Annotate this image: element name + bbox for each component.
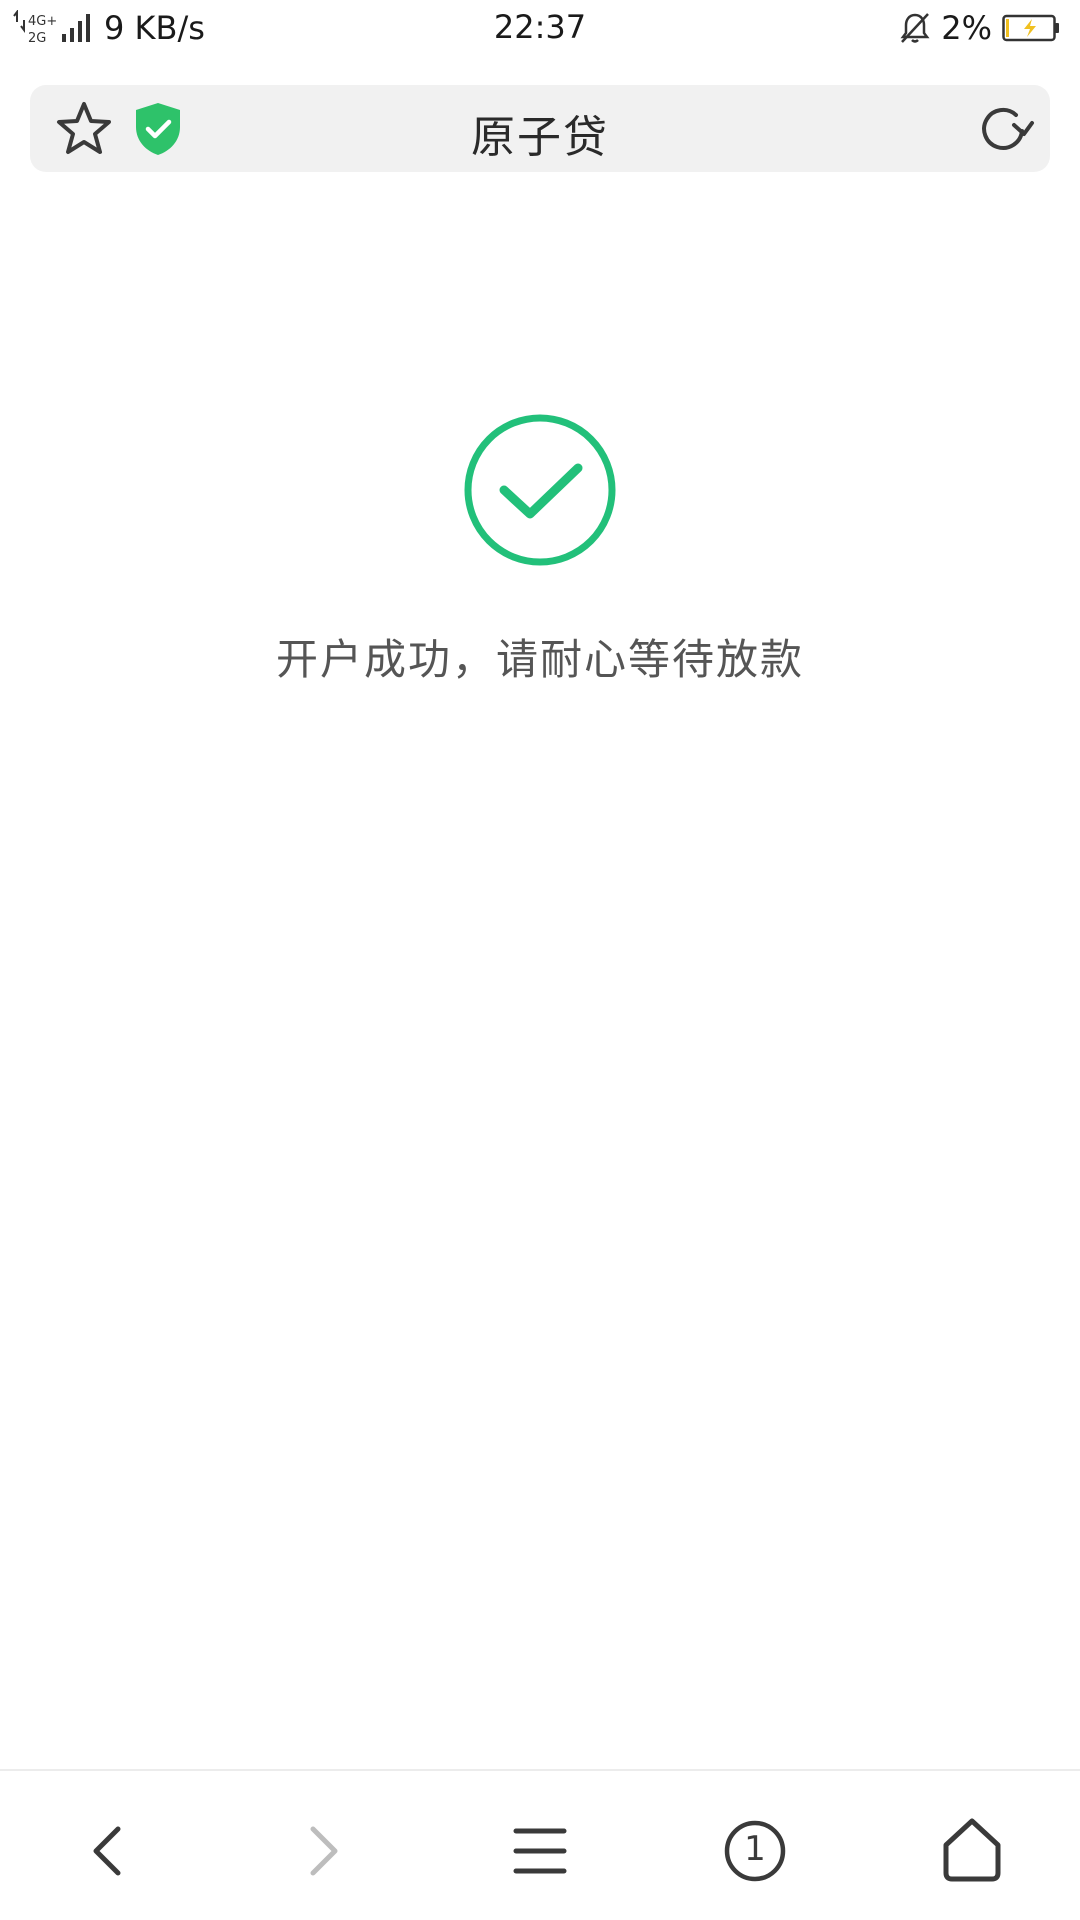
success-check-icon: [462, 412, 618, 568]
tabs-button[interactable]: 1: [715, 1811, 795, 1891]
address-bar[interactable]: 原子贷: [30, 85, 1050, 172]
page-title[interactable]: 原子贷: [30, 101, 1050, 165]
battery-charging-icon: [1002, 14, 1059, 42]
check-circle-icon: [464, 414, 616, 566]
forward-icon: [310, 1826, 338, 1876]
forward-button[interactable]: [283, 1811, 363, 1891]
home-icon: [943, 1818, 1001, 1882]
home-button[interactable]: [932, 1811, 1012, 1891]
tab-count: 1: [744, 1829, 766, 1869]
menu-icon: [513, 1828, 567, 1874]
status-right: 2%: [897, 8, 1060, 48]
reload-button[interactable]: [976, 101, 1036, 157]
back-button[interactable]: [68, 1811, 148, 1891]
bottom-nav: 1: [0, 1769, 1080, 1920]
menu-button[interactable]: [500, 1811, 580, 1891]
mute-bell-icon: [900, 13, 930, 43]
reload-icon: [982, 107, 1034, 150]
success-message: 开户成功，请耐心等待放款: [275, 635, 804, 684]
back-icon: [93, 1826, 121, 1876]
status-bar: 4G+ 2G 9 KB/s 22:37 2%: [0, 0, 1080, 56]
battery-percent: 2%: [941, 9, 992, 47]
